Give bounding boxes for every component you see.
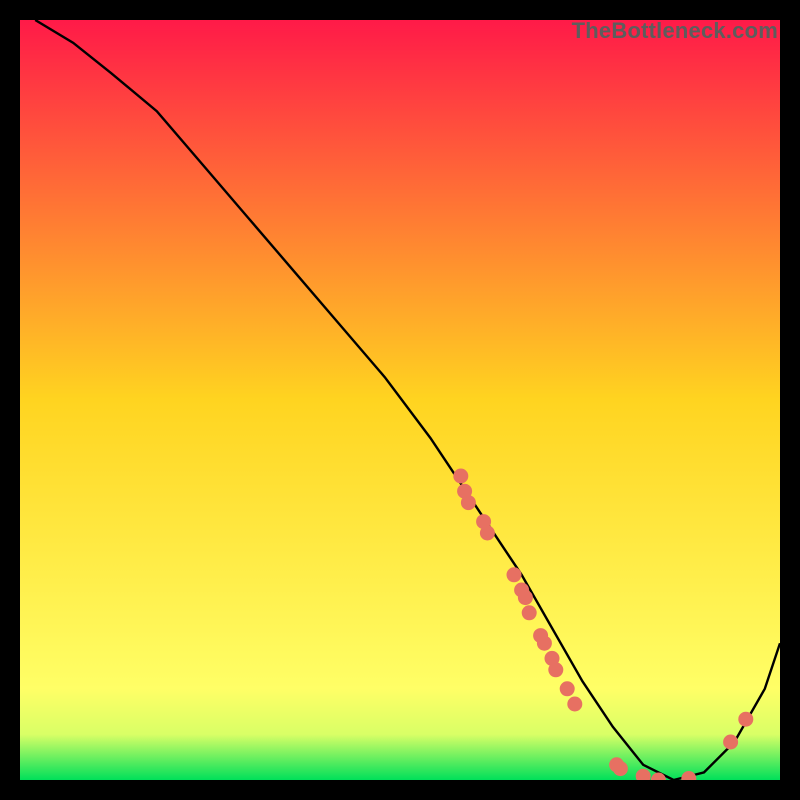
data-point bbox=[548, 662, 563, 677]
chart-frame: TheBottleneck.com bbox=[20, 20, 780, 780]
data-point bbox=[461, 495, 476, 510]
data-point bbox=[480, 526, 495, 541]
data-point bbox=[507, 567, 522, 582]
data-point bbox=[518, 590, 533, 605]
data-point bbox=[613, 761, 628, 776]
watermark-text: TheBottleneck.com bbox=[572, 18, 778, 44]
data-point bbox=[738, 712, 753, 727]
data-point bbox=[537, 636, 552, 651]
bottleneck-chart bbox=[20, 20, 780, 780]
gradient-background bbox=[20, 20, 780, 780]
data-point bbox=[522, 605, 537, 620]
data-point bbox=[567, 697, 582, 712]
data-point bbox=[723, 735, 738, 750]
data-point bbox=[453, 469, 468, 484]
data-point bbox=[560, 681, 575, 696]
